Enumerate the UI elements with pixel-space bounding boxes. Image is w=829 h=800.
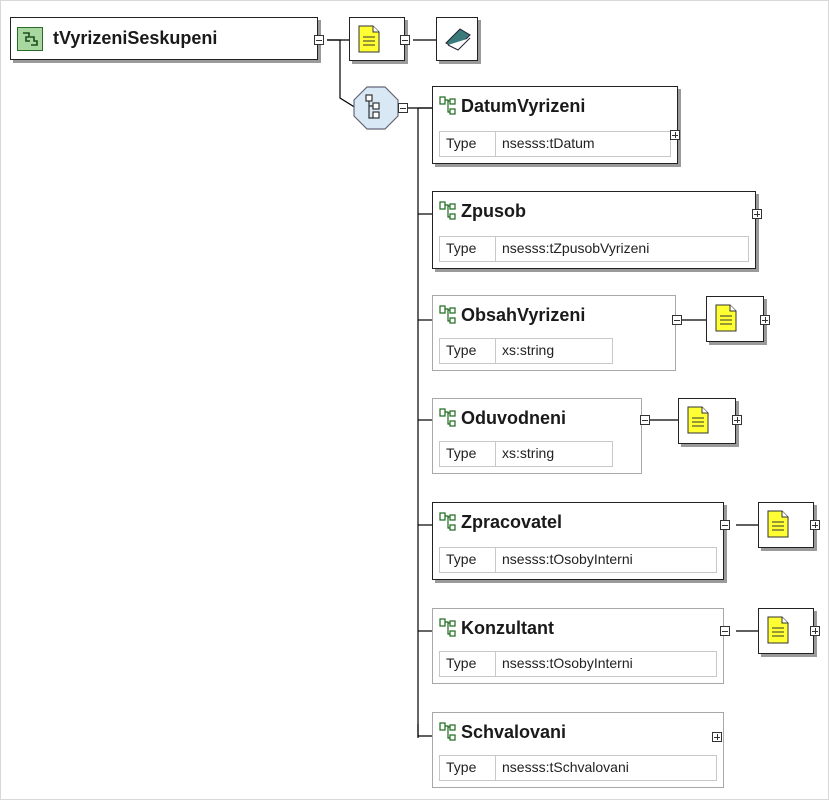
sequence-compositor[interactable] <box>353 86 399 135</box>
element-box[interactable]: Zpracovatel Type nsesss:tOsobyInterni <box>432 502 724 580</box>
expand-toggle[interactable] <box>810 626 820 636</box>
documentation-box[interactable] <box>706 296 764 342</box>
sequence-compositor-icon <box>353 86 399 130</box>
type-value: nsesss:tOsobyInterni <box>502 655 633 671</box>
element-icon <box>439 722 456 741</box>
complex-type-name: tVyrizeniSeskupeni <box>53 28 218 48</box>
type-value: nsesss:tZpusobVyrizeni <box>502 240 650 256</box>
type-label: Type <box>440 442 496 466</box>
type-label: Type <box>440 652 496 676</box>
type-label: Type <box>440 339 496 363</box>
documentation-icon <box>687 406 709 439</box>
appinfo-box[interactable] <box>436 17 478 61</box>
collapse-toggle[interactable] <box>314 35 324 45</box>
element-icon <box>439 408 456 427</box>
type-value: nsesss:tSchvalovani <box>502 759 629 775</box>
element-box[interactable]: Konzultant Type nsesss:tOsobyInterni <box>432 608 724 684</box>
type-value: nsesss:tDatum <box>502 135 595 151</box>
element-icon <box>439 618 456 637</box>
documentation-box[interactable] <box>758 608 814 654</box>
type-label: Type <box>440 237 496 261</box>
collapse-toggle[interactable] <box>398 103 408 113</box>
complex-type-box[interactable]: tVyrizeniSeskupeni <box>10 17 318 60</box>
element-name: Oduvodneni <box>461 407 566 428</box>
documentation-icon <box>767 510 789 543</box>
element-box[interactable]: ObsahVyrizeni Type xs:string <box>432 295 676 371</box>
type-row: Type nsesss:tOsobyInterni <box>439 651 717 677</box>
expand-toggle[interactable] <box>732 415 742 425</box>
annotation-box[interactable] <box>349 17 405 61</box>
element-box[interactable]: DatumVyrizeni Type nsesss:tDatum <box>432 86 678 164</box>
element-icon <box>439 96 456 115</box>
expand-toggle[interactable] <box>760 315 770 325</box>
type-row: Type nsesss:tDatum <box>439 131 671 157</box>
type-value: xs:string <box>502 445 555 461</box>
element-name: Schvalovani <box>461 721 567 742</box>
collapse-toggle[interactable] <box>672 315 682 325</box>
element-box[interactable]: Oduvodneni Type xs:string <box>432 398 642 474</box>
element-name: DatumVyrizeni <box>461 95 586 116</box>
type-row: Type nsesss:tZpusobVyrizeni <box>439 236 749 262</box>
documentation-box[interactable] <box>758 502 814 548</box>
expand-toggle[interactable] <box>752 209 762 219</box>
expand-toggle[interactable] <box>810 520 820 530</box>
documentation-icon <box>715 304 737 337</box>
collapse-toggle[interactable] <box>400 35 410 45</box>
element-name: Zpusob <box>461 200 526 221</box>
complex-type-icon <box>17 27 43 56</box>
expand-toggle[interactable] <box>670 130 680 140</box>
documentation-icon <box>358 25 380 58</box>
element-box[interactable]: Schvalovani Type nsesss:tSchvalovani <box>432 712 724 788</box>
element-name: Konzultant <box>461 617 554 638</box>
type-row: Type xs:string <box>439 338 613 364</box>
type-row: Type nsesss:tOsobyInterni <box>439 547 717 573</box>
type-value: xs:string <box>502 342 555 358</box>
collapse-toggle[interactable] <box>640 415 650 425</box>
type-label: Type <box>440 548 496 572</box>
expand-toggle[interactable] <box>712 732 722 742</box>
type-label: Type <box>440 756 496 780</box>
type-row: Type nsesss:tSchvalovani <box>439 755 717 781</box>
appinfo-book-icon <box>444 27 472 56</box>
element-box[interactable]: Zpusob Type nsesss:tZpusobVyrizeni <box>432 191 756 269</box>
element-icon <box>439 512 456 531</box>
documentation-box[interactable] <box>678 398 736 444</box>
collapse-toggle[interactable] <box>720 626 730 636</box>
type-label: Type <box>440 132 496 156</box>
element-name: ObsahVyrizeni <box>461 304 586 325</box>
type-row: Type xs:string <box>439 441 613 467</box>
element-icon <box>439 201 456 220</box>
collapse-toggle[interactable] <box>720 520 730 530</box>
element-name: Zpracovatel <box>461 511 563 532</box>
type-value: nsesss:tOsobyInterni <box>502 551 633 567</box>
documentation-icon <box>767 616 789 649</box>
element-icon <box>439 305 456 324</box>
